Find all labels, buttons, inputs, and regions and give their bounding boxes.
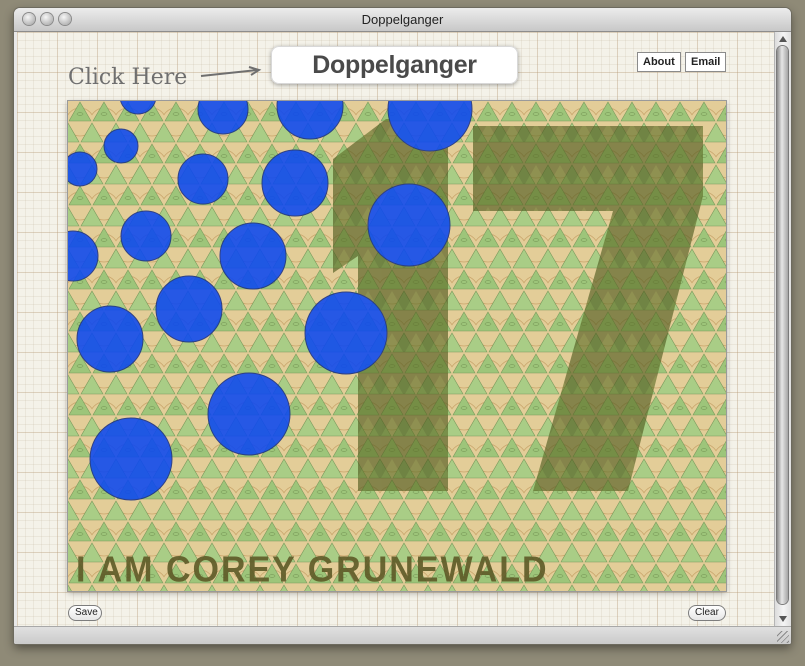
- arrow-icon: [200, 66, 262, 77]
- scroll-up-icon[interactable]: [779, 36, 787, 42]
- signature-text: I AM COREY GRUNEWALD: [76, 550, 549, 590]
- vertical-scrollbar[interactable]: [774, 32, 791, 626]
- resize-grip-icon[interactable]: [777, 631, 789, 643]
- app-window: Doppelganger Click Here Doppelganger Abo…: [14, 8, 791, 644]
- art-canvas[interactable]: I AM COREY GRUNEWALD: [68, 101, 726, 591]
- click-here-label: Click Here: [68, 65, 188, 90]
- about-button[interactable]: About: [637, 52, 681, 72]
- window-title: Doppelganger: [361, 12, 444, 27]
- scroll-thumb[interactable]: [777, 46, 788, 604]
- page-content: Click Here Doppelganger About Email I AM…: [17, 32, 774, 626]
- logo-button[interactable]: Doppelganger: [271, 46, 518, 84]
- save-button[interactable]: Save: [68, 605, 102, 621]
- artwork: [68, 101, 726, 591]
- scroll-down-icon[interactable]: [779, 616, 787, 622]
- bottom-bar: [14, 626, 791, 644]
- title-bar: Doppelganger: [14, 8, 791, 32]
- clear-button[interactable]: Clear: [688, 605, 726, 621]
- email-button[interactable]: Email: [685, 52, 727, 72]
